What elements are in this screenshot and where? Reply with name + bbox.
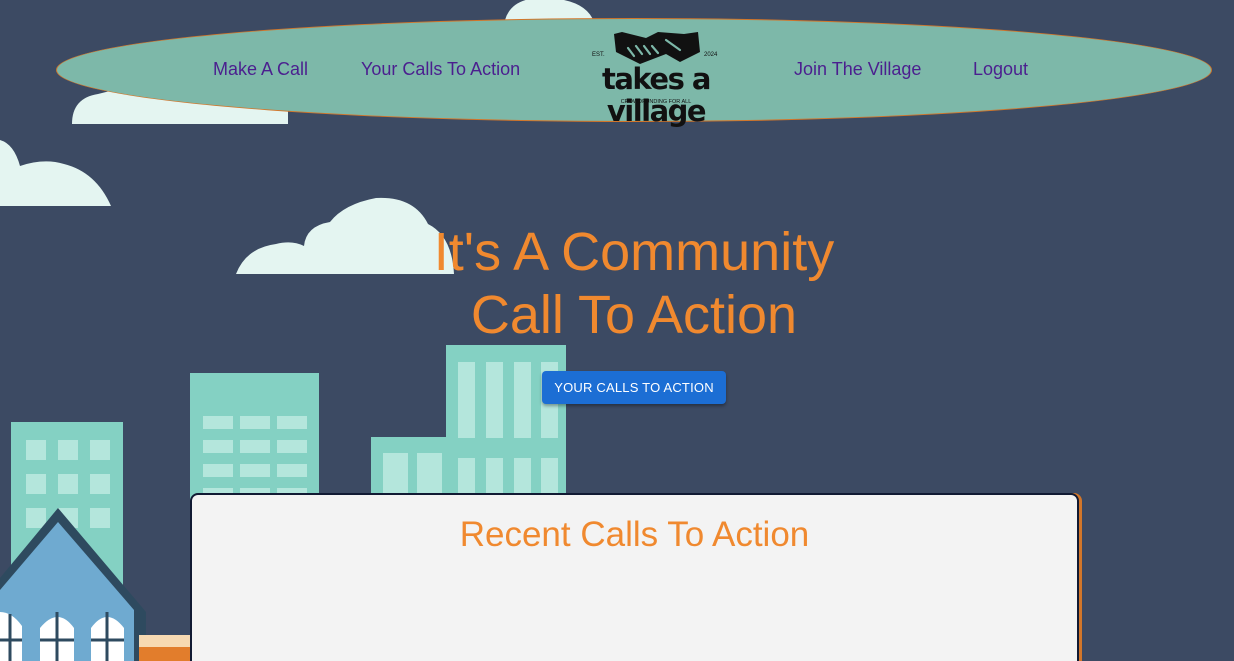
takes-a-village-logo[interactable]: EST. 2024 takes a village CROWDFUNDING F… bbox=[570, 28, 742, 127]
nav-link-join-the-village[interactable]: Join The Village bbox=[794, 58, 921, 80]
shop-body bbox=[139, 647, 191, 661]
shop-roof bbox=[139, 635, 191, 647]
page: Make A Call Your Calls To Action EST. 20… bbox=[0, 0, 1234, 661]
hero-title-line-2: Call To Action bbox=[470, 285, 798, 345]
nav-link-make-a-call[interactable]: Make A Call bbox=[213, 58, 308, 80]
cloud-left-edge bbox=[0, 140, 111, 206]
recent-calls-panel: Recent Calls To Action bbox=[190, 493, 1079, 661]
hero-title: It's A Community Call To Action bbox=[334, 221, 934, 347]
windows-left-building bbox=[26, 440, 110, 528]
recent-calls-title: Recent Calls To Action bbox=[459, 515, 810, 554]
nav-link-your-calls-to-action[interactable]: Your Calls To Action bbox=[361, 58, 520, 80]
your-calls-to-action-button[interactable]: YOUR CALLS TO ACTION bbox=[542, 371, 726, 404]
logo-wordmark: takes a village bbox=[601, 62, 712, 128]
logo-tagline: CROWDFUNDING FOR ALL bbox=[620, 99, 692, 105]
logo-year-label: 2024 bbox=[704, 52, 718, 58]
nav-link-logout[interactable]: Logout bbox=[973, 58, 1028, 80]
hero-title-line-1: It's A Community bbox=[433, 222, 835, 282]
